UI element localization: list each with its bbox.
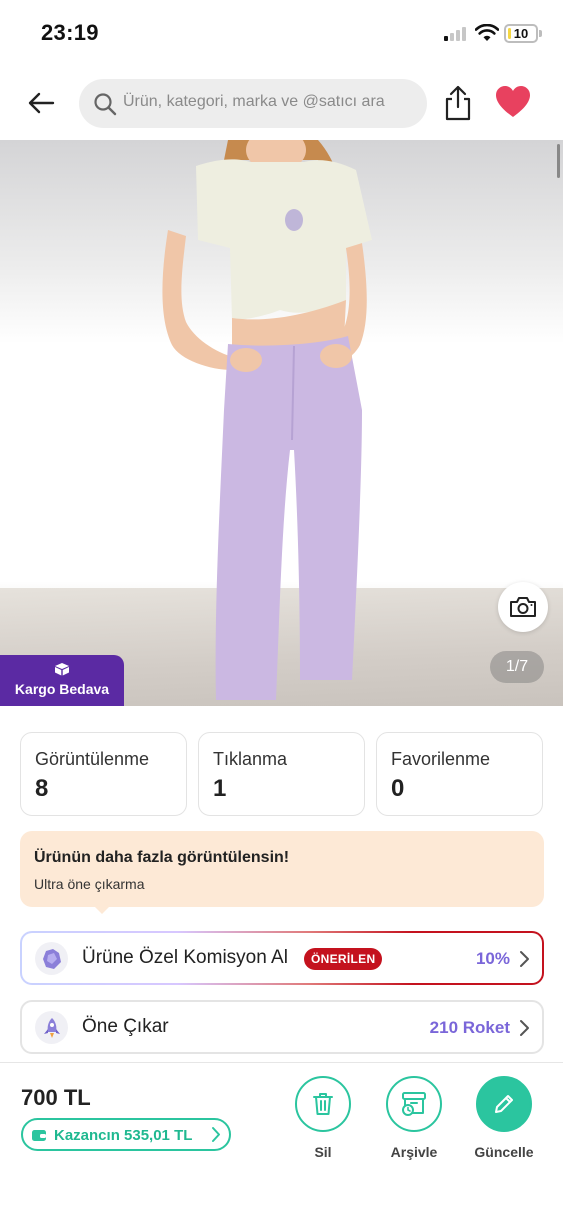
arrow-left-icon [28, 92, 55, 114]
commission-label: Ürüne Özel Komisyon Al [82, 947, 288, 968]
commission-value: 10% [475, 949, 510, 968]
boost-value: 210 Roket [429, 1018, 510, 1037]
stat-card-views: Görüntülenme 8 [20, 732, 187, 816]
battery-icon: 10 [504, 24, 538, 43]
scroll-indicator [557, 144, 560, 178]
update-button[interactable]: Güncelle [464, 1076, 544, 1160]
chevron-right-icon [212, 1127, 220, 1142]
archive-label: Arşivle [390, 1144, 438, 1160]
stat-value: 1 [213, 775, 227, 802]
wallet-icon [32, 1130, 46, 1141]
stat-label: Görüntülenme [35, 749, 150, 769]
earnings-label: Kazancın 535,01 TL [54, 1127, 193, 1144]
archive-icon [402, 1092, 426, 1116]
promo-banner[interactable]: Ürünün daha fazla görüntülensin! Ultra ö… [20, 831, 544, 907]
product-photo [162, 140, 372, 700]
package-icon [55, 663, 69, 676]
search-icon [94, 93, 117, 116]
search-input[interactable]: Ürün, kategori, marka ve @satıcı ara [79, 79, 427, 128]
product-price: 700 TL [21, 1085, 91, 1110]
archive-button[interactable]: Arşivle [374, 1076, 454, 1160]
stat-card-clicks: Tıklanma 1 [198, 732, 365, 816]
status-time: 23:19 [41, 20, 99, 45]
boost-row[interactable]: Öne Çıkar 210 Roket [20, 1000, 544, 1054]
heart-icon[interactable] [495, 85, 531, 119]
wifi-icon [475, 24, 499, 41]
pencil-icon [495, 1095, 513, 1113]
commission-row[interactable]: Ürüne Özel Komisyon Al ÖNERİLEN 10% [20, 931, 544, 985]
promo-subtitle: Ultra öne çıkarma [34, 876, 145, 892]
boost-label: Öne Çıkar [82, 1016, 169, 1037]
share-icon[interactable] [441, 84, 475, 122]
delete-label: Sil [314, 1144, 332, 1160]
camera-icon [510, 597, 536, 617]
free-shipping-badge: Kargo Bedava [0, 655, 124, 706]
image-counter: 1/7 [490, 651, 544, 683]
stat-card-favorites: Favorilenme 0 [376, 732, 543, 816]
chevron-right-icon [520, 1020, 529, 1036]
chevron-right-icon [520, 951, 529, 967]
stat-value: 0 [391, 775, 405, 802]
back-button[interactable] [22, 86, 60, 120]
trash-icon [313, 1093, 333, 1115]
battery-level: 10 [513, 26, 529, 41]
status-bar: 23:19 10 [0, 0, 563, 66]
product-stats: Görüntülenme 8 Tıklanma 1 Favorilenme 0 [20, 732, 544, 816]
search-placeholder: Ürün, kategori, marka ve @satıcı ara [123, 93, 385, 110]
top-navigation: Ürün, kategori, marka ve @satıcı ara [0, 74, 563, 136]
product-image-carousel[interactable]: 1/7 Kargo Bedava [0, 140, 563, 706]
delete-button[interactable]: Sil [283, 1076, 363, 1160]
promo-title: Ürünün daha fazla görüntülensin! [34, 849, 290, 866]
cellular-signal-icon [444, 27, 470, 41]
recommended-badge: ÖNERİLEN [304, 948, 383, 970]
commission-icon [35, 942, 68, 975]
free-shipping-label: Kargo Bedava [14, 681, 110, 697]
update-label: Güncelle [474, 1144, 534, 1160]
camera-button[interactable] [498, 582, 548, 632]
earnings-pill[interactable]: Kazancın 535,01 TL [21, 1118, 231, 1151]
stat-label: Tıklanma [213, 749, 288, 769]
stat-label: Favorilenme [391, 749, 491, 769]
stat-value: 8 [35, 775, 49, 802]
rocket-icon [35, 1011, 68, 1044]
